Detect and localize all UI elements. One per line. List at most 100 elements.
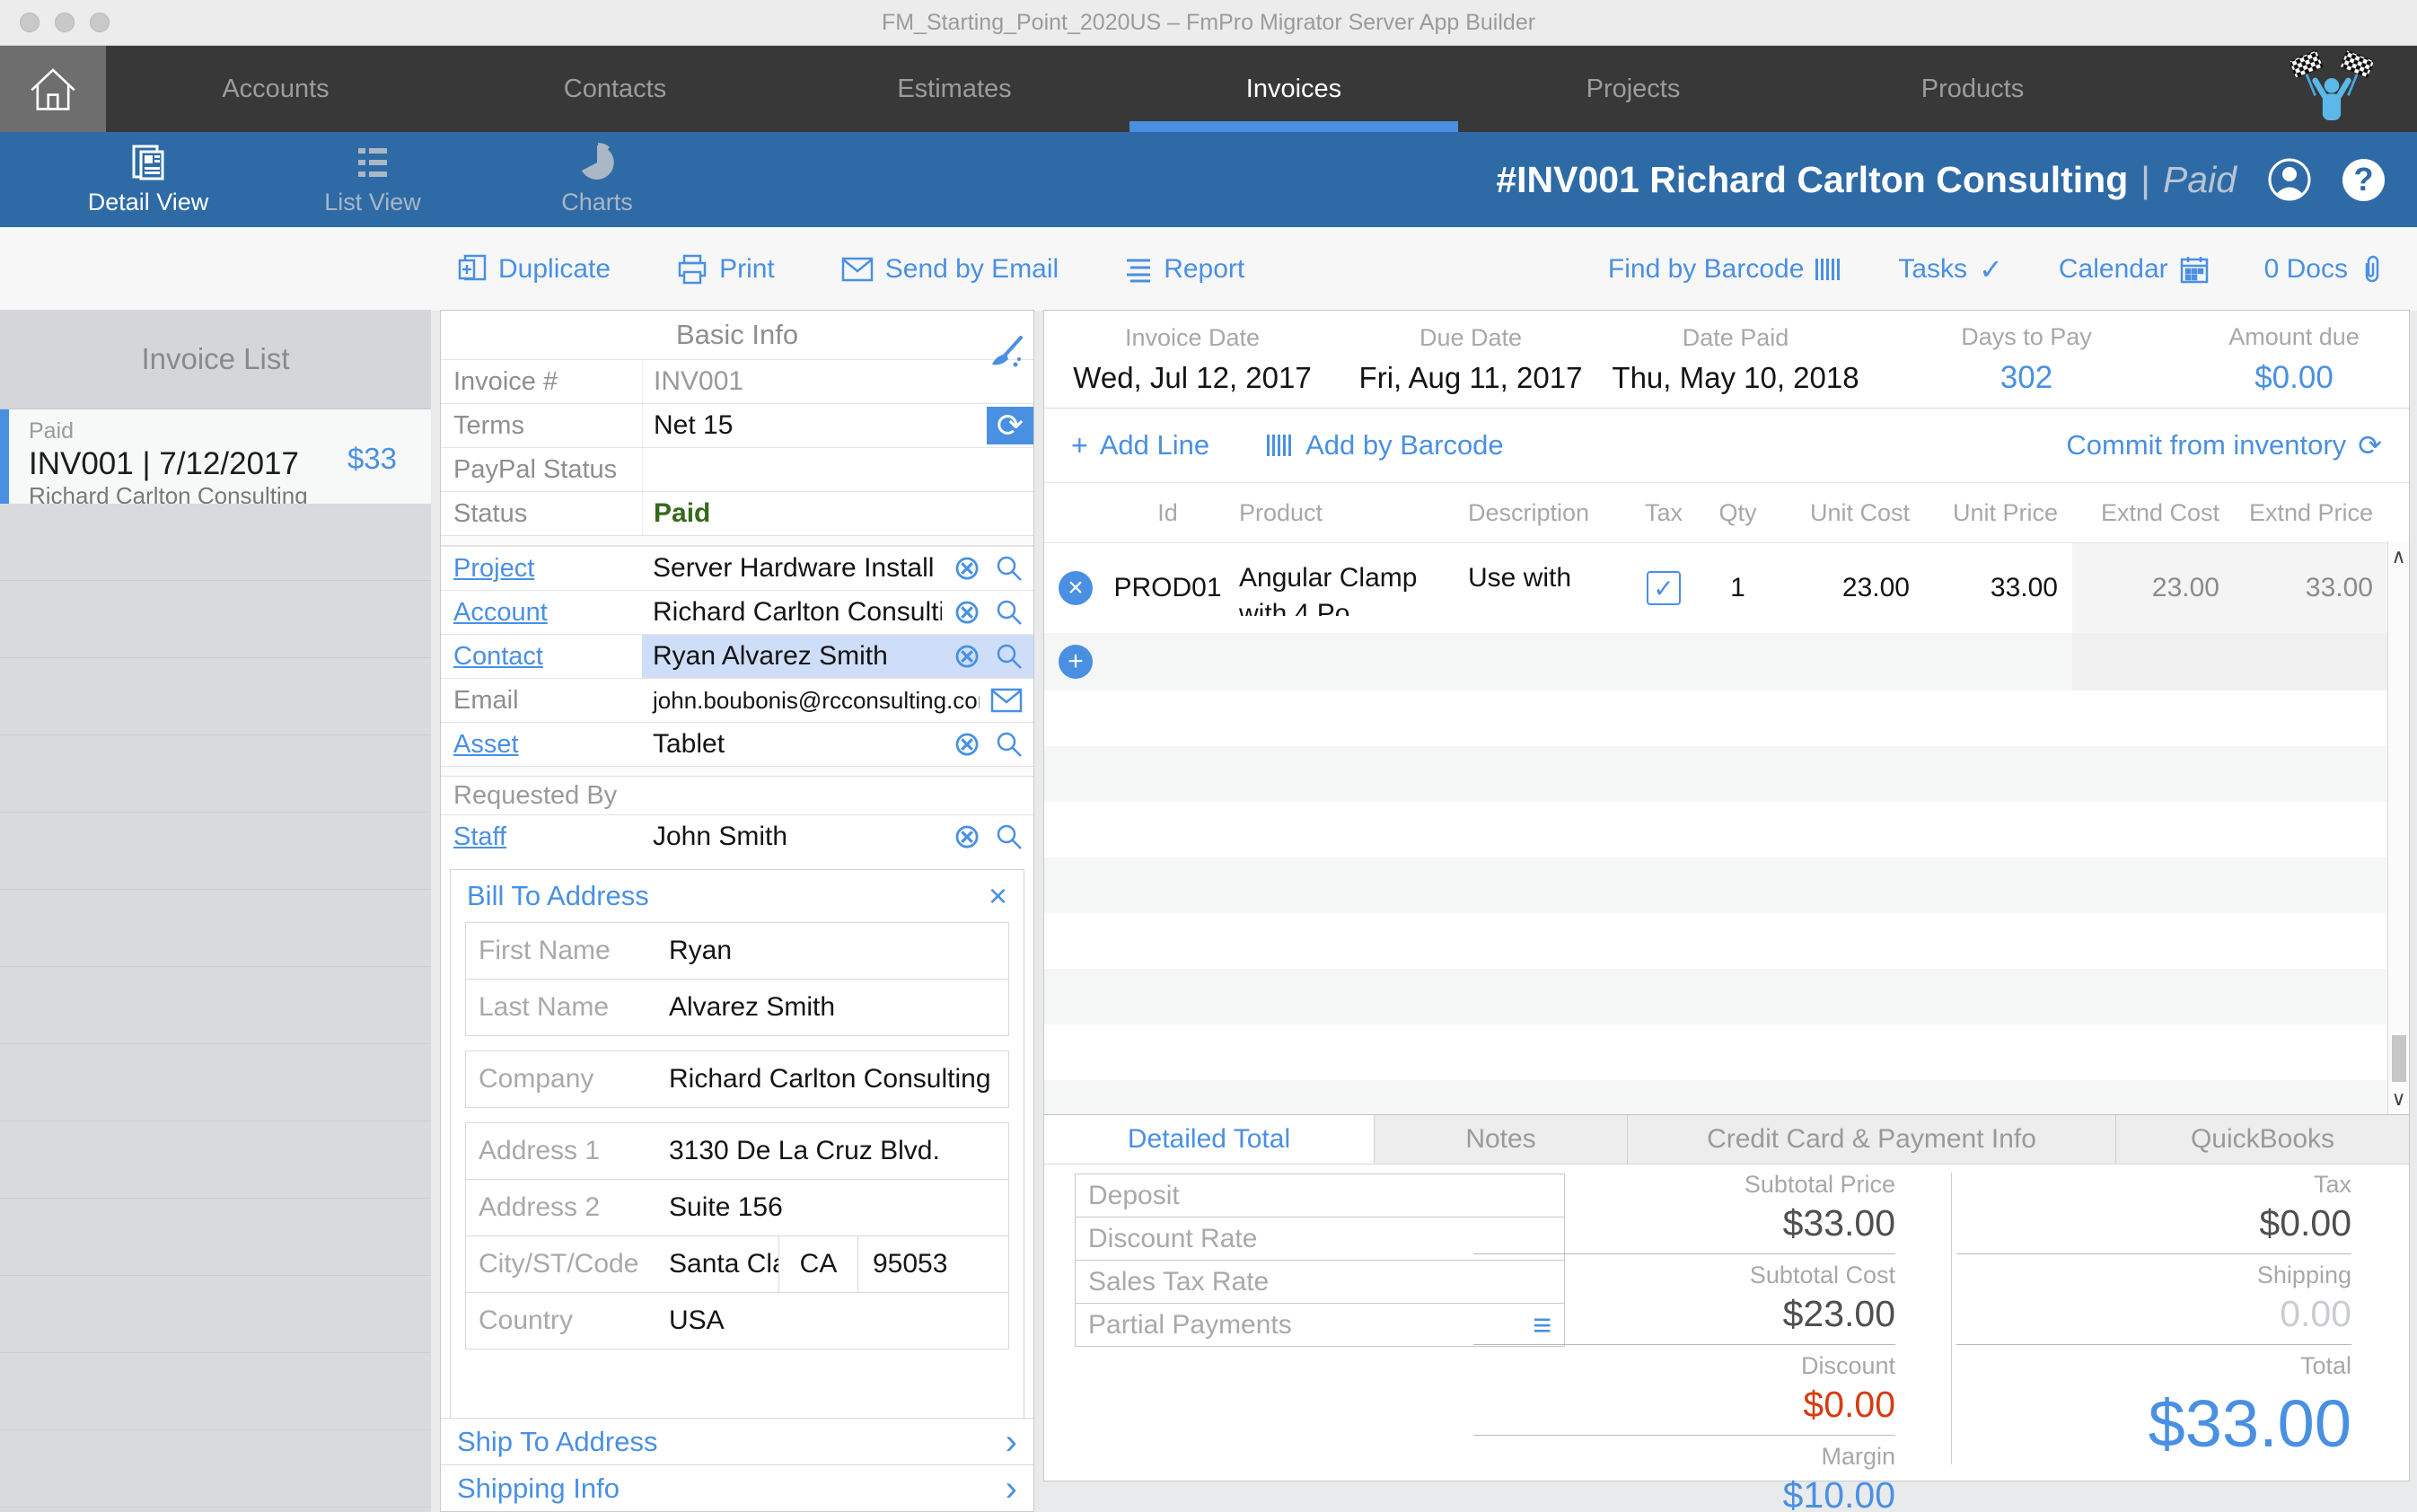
asset-value[interactable]: Tablet: [642, 729, 942, 760]
commit-from-inventory-button[interactable]: Commit from inventory ⟳: [2066, 429, 2382, 462]
tab-credit-card-payment-info[interactable]: Credit Card & Payment Info: [1628, 1115, 2116, 1164]
question-icon: ?: [2342, 159, 2385, 201]
line-items-scrollbar[interactable]: ∧ ∨: [2387, 541, 2409, 1114]
add-line-row-icon[interactable]: +: [1059, 645, 1093, 679]
delete-line-icon[interactable]: ×: [1059, 571, 1093, 605]
bill-to-close-icon[interactable]: ×: [989, 877, 1007, 915]
account-clear-icon[interactable]: ⊗: [953, 595, 981, 629]
invoice-item-amount: $33: [347, 442, 397, 476]
find-by-barcode-button[interactable]: Find by Barcode: [1608, 254, 1842, 285]
list-view-button[interactable]: List View: [260, 143, 485, 216]
address1-value[interactable]: 3130 De La Cruz Blvd.: [669, 1136, 1008, 1166]
staff-search-icon[interactable]: [996, 823, 1023, 850]
report-button[interactable]: Report: [1125, 254, 1244, 285]
tax-checkbox[interactable]: ✓: [1647, 571, 1681, 605]
project-search-icon[interactable]: [996, 555, 1023, 582]
country-label: Country: [466, 1305, 669, 1336]
close-window-button[interactable]: [20, 13, 40, 32]
user-icon: [2267, 157, 2312, 202]
account-value[interactable]: Richard Carlton Consulting: [642, 597, 942, 628]
terms-refresh-button[interactable]: ⟳: [987, 407, 1033, 444]
invoice-date-value[interactable]: Wed, Jul 12, 2017: [1073, 361, 1311, 395]
tab-detailed-total[interactable]: Detailed Total: [1044, 1115, 1375, 1164]
docs-button[interactable]: 0 Docs: [2264, 254, 2383, 285]
discount-label: Discount: [1473, 1352, 1895, 1380]
last-name-label: Last Name: [466, 992, 669, 1023]
terms-value[interactable]: Net 15: [643, 410, 987, 441]
detail-view-button[interactable]: Detail View: [36, 143, 260, 216]
add-by-barcode-button[interactable]: Add by Barcode: [1267, 429, 1504, 462]
address2-value[interactable]: Suite 156: [669, 1192, 1008, 1223]
contact-link[interactable]: Contact: [453, 642, 543, 672]
calendar-button[interactable]: Calendar: [2059, 254, 2209, 285]
contact-value[interactable]: Ryan Alvarez Smith: [642, 641, 942, 672]
project-clear-icon[interactable]: ⊗: [953, 551, 981, 585]
refresh-icon: ⟳: [997, 407, 1024, 444]
tab-invoices[interactable]: Invoices: [1124, 46, 1463, 132]
country-value[interactable]: USA: [669, 1305, 1008, 1336]
staff-link[interactable]: Staff: [453, 822, 506, 852]
last-name-value[interactable]: Alvarez Smith: [669, 992, 1008, 1023]
staff-row: Staff John Smith ⊗: [441, 814, 1033, 858]
zoom-window-button[interactable]: [90, 13, 110, 32]
asset-clear-icon[interactable]: ⊗: [953, 727, 981, 761]
help-button[interactable]: ?: [2342, 159, 2385, 201]
account-link[interactable]: Account: [453, 598, 548, 628]
tab-accounts[interactable]: Accounts: [106, 46, 445, 132]
line-item-row[interactable]: × PROD01 Angular Clamp with 4 Po Use wit…: [1044, 543, 2409, 633]
minimize-window-button[interactable]: [55, 13, 75, 32]
shipping-value[interactable]: 0.00: [1956, 1293, 2351, 1335]
line-id[interactable]: PROD01: [1107, 543, 1228, 633]
record-title-separator: |: [2140, 159, 2150, 201]
email-send-icon[interactable]: [990, 688, 1023, 713]
line-description[interactable]: Use with: [1468, 560, 1571, 616]
home-button[interactable]: [0, 46, 106, 132]
contact-search-icon[interactable]: [996, 643, 1023, 670]
invoice-number-value[interactable]: INV001: [643, 366, 1033, 397]
asset-link[interactable]: Asset: [453, 730, 519, 760]
account-search-icon[interactable]: [996, 599, 1023, 626]
tab-projects[interactable]: Projects: [1463, 46, 1803, 132]
project-value[interactable]: Server Hardware Install: [642, 553, 942, 584]
tab-products[interactable]: Products: [1803, 46, 2142, 132]
city-value[interactable]: Santa Clara: [669, 1249, 778, 1279]
add-line-button[interactable]: + Add Line: [1071, 429, 1209, 462]
shipping-info-link[interactable]: Shipping Info ›: [441, 1464, 1033, 1511]
scrollbar-thumb[interactable]: [2392, 1035, 2406, 1082]
account-button[interactable]: [2267, 157, 2312, 202]
send-by-email-label: Send by Email: [885, 254, 1059, 285]
email-value[interactable]: john.boubonis@rcconsulting.com: [642, 687, 980, 715]
scroll-down-icon[interactable]: ∨: [2391, 1087, 2405, 1111]
company-value[interactable]: Richard Carlton Consulting: [669, 1064, 1008, 1094]
charts-view-button[interactable]: Charts: [485, 143, 709, 216]
clean-brush-icon[interactable]: [987, 334, 1024, 372]
date-paid-value[interactable]: Thu, May 10, 2018: [1612, 361, 1859, 395]
invoice-list-item[interactable]: Paid INV001 | 7/12/2017 Richard Carlton …: [0, 409, 431, 505]
paperclip-icon: [2360, 254, 2383, 285]
scroll-up-icon[interactable]: ∧: [2391, 545, 2405, 568]
line-unit-cost[interactable]: 23.00: [1776, 543, 1924, 633]
print-button[interactable]: Print: [677, 254, 775, 285]
send-by-email-button[interactable]: Send by Email: [841, 254, 1059, 285]
tasks-button[interactable]: Tasks ✓: [1898, 254, 2003, 285]
status-value[interactable]: Paid: [643, 498, 1033, 529]
tab-quickbooks[interactable]: QuickBooks: [2116, 1115, 2409, 1164]
tab-notes[interactable]: Notes: [1375, 1115, 1628, 1164]
first-name-value[interactable]: Ryan: [669, 936, 1008, 966]
line-qty[interactable]: 1: [1700, 543, 1776, 633]
line-product[interactable]: Angular Clamp with 4 Po: [1239, 560, 1457, 616]
project-link[interactable]: Project: [453, 554, 534, 584]
line-unit-price[interactable]: 33.00: [1924, 543, 2072, 633]
staff-clear-icon[interactable]: ⊗: [953, 820, 981, 854]
tab-contacts[interactable]: Contacts: [445, 46, 785, 132]
asset-search-icon[interactable]: [996, 731, 1023, 758]
add-line-label: Add Line: [1100, 429, 1209, 462]
contact-clear-icon[interactable]: ⊗: [953, 639, 981, 673]
state-value[interactable]: CA: [778, 1236, 857, 1292]
ship-to-address-link[interactable]: Ship To Address ›: [441, 1418, 1033, 1464]
zip-value[interactable]: 95053: [857, 1236, 1008, 1292]
tab-estimates[interactable]: Estimates: [785, 46, 1124, 132]
due-date-value[interactable]: Fri, Aug 11, 2017: [1359, 361, 1583, 395]
staff-value[interactable]: John Smith: [642, 822, 942, 852]
duplicate-button[interactable]: Duplicate: [458, 254, 611, 285]
